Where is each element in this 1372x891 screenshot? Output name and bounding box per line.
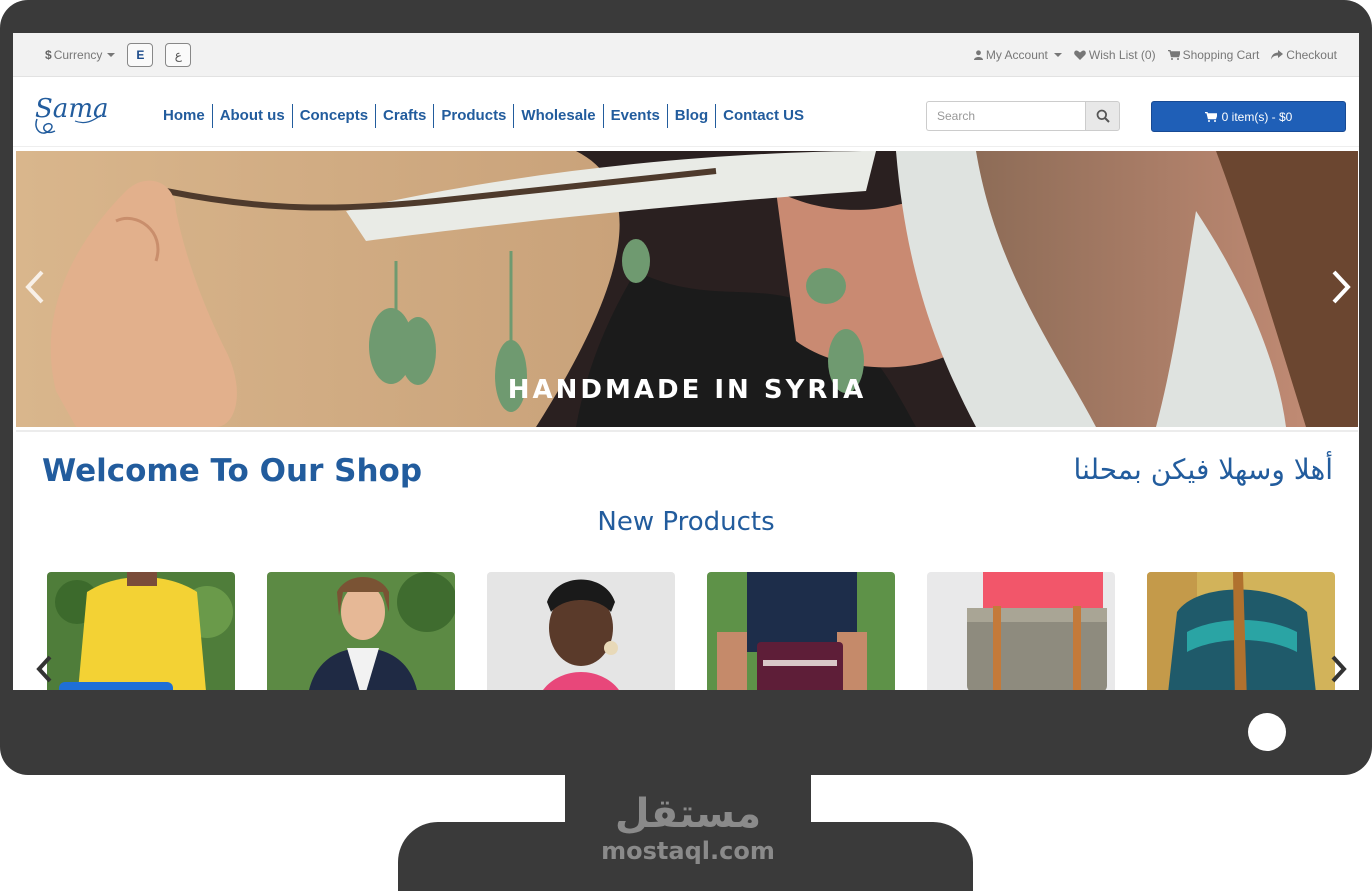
hero-caption: HANDMADE IN SYRIA [507, 375, 867, 405]
product-image [47, 572, 235, 690]
currency-symbol: $ [45, 47, 52, 62]
main-nav: Home About us Concepts Crafts Products W… [157, 104, 811, 128]
nav-home[interactable]: Home [157, 104, 212, 128]
shopping-cart-label: Shopping Cart [1182, 47, 1260, 62]
product-badge [59, 682, 173, 690]
shopping-cart-link[interactable]: Shopping Cart [1167, 47, 1260, 62]
nav-concepts[interactable]: Concepts [291, 104, 375, 128]
language-arabic-button[interactable]: ع [165, 42, 192, 67]
product-card[interactable] [707, 572, 895, 690]
cart-icon [1167, 49, 1180, 60]
caret-down-icon [107, 52, 116, 57]
product-image [707, 572, 895, 690]
cart-summary: 0 item(s) - $0 [1221, 109, 1293, 124]
search-box [926, 101, 1120, 131]
monitor-mockup: مستقل mostaql.com $ Currency E ع My Acco… [0, 0, 1372, 891]
product-image [927, 572, 1115, 690]
slider-next-button[interactable] [1326, 267, 1356, 307]
product-card[interactable] [47, 572, 235, 690]
nav-blog[interactable]: Blog [666, 104, 715, 128]
products-next-button[interactable] [1326, 651, 1352, 687]
top-bar: $ Currency E ع My Account Wish List (0) [13, 33, 1359, 77]
new-products-title: New Products [597, 507, 775, 537]
product-card[interactable] [267, 572, 455, 690]
user-icon [973, 49, 983, 60]
welcome-title-en: Welcome To Our Shop [42, 453, 423, 489]
product-card[interactable] [487, 572, 675, 690]
browser-screen: $ Currency E ع My Account Wish List (0) [13, 33, 1359, 690]
language-english-button[interactable]: E [127, 42, 154, 67]
nav-about-us[interactable]: About us [211, 104, 292, 128]
slider-prev-button[interactable] [20, 267, 50, 307]
watermark-arabic: مستقل [614, 791, 762, 837]
nav-contact-us[interactable]: Contact US [715, 104, 811, 128]
chevron-left-icon [36, 655, 52, 683]
product-card[interactable] [927, 572, 1115, 690]
nav-wholesale[interactable]: Wholesale [513, 104, 602, 128]
checkout-link[interactable]: Checkout [1271, 48, 1337, 62]
logo-text: Sama [35, 94, 108, 124]
wish-list-label: Wish List (0) [1088, 47, 1156, 62]
my-account-label: My Account [985, 47, 1048, 62]
product-image [1147, 572, 1335, 690]
my-account-link[interactable]: My Account [973, 47, 1062, 62]
search-input[interactable] [926, 101, 1085, 131]
cart-icon [1204, 111, 1217, 122]
product-card[interactable] [1147, 572, 1335, 690]
wish-list-link[interactable]: Wish List (0) [1074, 48, 1156, 62]
checkout-label: Checkout [1286, 47, 1337, 62]
divider [16, 430, 1358, 432]
nav-products[interactable]: Products [433, 104, 513, 128]
chevron-right-icon [1332, 270, 1351, 304]
currency-label: Currency [53, 47, 103, 62]
chevron-left-icon [25, 270, 44, 304]
nav-events[interactable]: Events [602, 104, 667, 128]
product-image [267, 572, 455, 690]
power-button [1248, 713, 1286, 751]
watermark-latin: mostaql.com [601, 837, 775, 865]
products-prev-button[interactable] [31, 651, 57, 687]
product-carousel [47, 572, 1337, 690]
share-icon [1271, 49, 1284, 59]
hero-slider: HANDMADE IN SYRIA [16, 151, 1358, 427]
chevron-right-icon [1331, 655, 1347, 683]
cart-button[interactable]: 0 item(s) - $0 [1151, 101, 1346, 132]
site-logo[interactable]: Sama [31, 85, 111, 141]
site-header: Sama Home About us Concepts Crafts Produ… [13, 77, 1359, 147]
logo-mark: Sama [35, 94, 108, 134]
search-icon [1096, 109, 1110, 123]
welcome-title-ar: أهلا وسهلا فيكن بمحلنا [1073, 453, 1333, 486]
nav-crafts[interactable]: Crafts [375, 104, 433, 128]
product-image [487, 572, 675, 690]
watermark: مستقل mostaql.com [565, 790, 811, 864]
currency-dropdown[interactable]: $ Currency [45, 47, 116, 62]
search-button[interactable] [1085, 101, 1120, 131]
caret-down-icon [1053, 52, 1062, 57]
heart-icon [1074, 49, 1086, 60]
